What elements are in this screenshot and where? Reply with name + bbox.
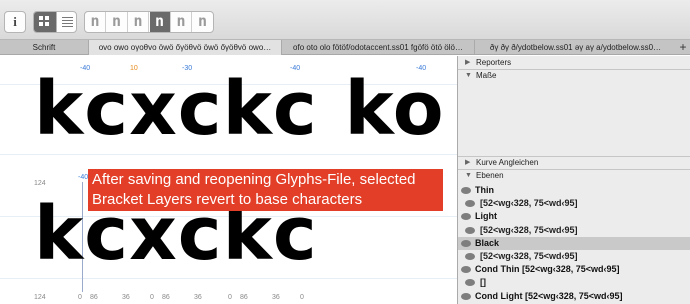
- section-masse[interactable]: ▼ Maße: [458, 70, 690, 82]
- layer-row[interactable]: [52<wg‹328, 75<wd‹95]: [458, 224, 690, 237]
- text-line-1[interactable]: kcxckc ko: [34, 66, 445, 152]
- glyph-tab-4[interactable]: n: [149, 12, 171, 32]
- tab-text-2[interactable]: ofo oto olo fötöf/odotaccent.ss01 fgöfö …: [281, 40, 474, 55]
- section-kurve[interactable]: ▶ Kurve Angleichen: [458, 157, 690, 169]
- bottom-coordinate: 0: [150, 294, 154, 301]
- section-label: Maße: [476, 71, 497, 80]
- layer-row[interactable]: Thin: [458, 184, 690, 197]
- layer-row[interactable]: [52<wg‹328, 75<wd‹95]: [458, 250, 690, 263]
- add-tab-button[interactable]: +: [676, 40, 690, 55]
- glyph-view-tabs: nnnnnn: [84, 11, 214, 33]
- bottom-coordinate: 0: [228, 294, 232, 301]
- eye-icon[interactable]: [461, 187, 471, 194]
- disclosure-right-icon[interactable]: ▶: [465, 157, 470, 169]
- glyph-tab-2[interactable]: n: [107, 12, 128, 32]
- layer-name: Black: [475, 237, 500, 248]
- layer-name: Cond Thin [52<wg‹328, 75<wd‹95]: [475, 264, 620, 275]
- info-button[interactable]: i: [4, 11, 26, 33]
- metric-line: [0, 278, 457, 279]
- section-label: Ebenen: [476, 171, 504, 180]
- eye-icon[interactable]: [465, 200, 475, 208]
- disclosure-down-icon[interactable]: ▼: [465, 170, 472, 182]
- bottom-coordinate: 86: [90, 294, 98, 301]
- glyph-tab-1[interactable]: n: [85, 12, 106, 32]
- disclosure-right-icon[interactable]: ▶: [465, 57, 470, 69]
- note-line-2: Bracket Layers revert to base characters: [92, 191, 363, 208]
- layer-name: Thin: [475, 185, 494, 195]
- glyph-tab-5[interactable]: n: [171, 12, 192, 32]
- layer-row[interactable]: [52<wg‹328, 75<wd‹95]: [458, 197, 690, 210]
- layer-row[interactable]: Light: [458, 210, 690, 223]
- palette-sidebar: ▶ Reporters ▼ Maße ▶ Kurve Angleichen ▼ …: [457, 56, 690, 304]
- kerning-value: -40: [78, 174, 89, 181]
- eye-icon[interactable]: [461, 266, 471, 274]
- view-mode-segmented: [33, 11, 77, 33]
- eye-icon[interactable]: [465, 253, 475, 260]
- sidebearing-left: 124: [34, 180, 46, 187]
- layer-row[interactable]: Cond Light [52<wg‹328, 75<wd‹95]: [458, 290, 690, 303]
- bottom-coordinate: 124: [34, 294, 46, 301]
- glyph-tab-6[interactable]: n: [193, 12, 213, 32]
- layer-row[interactable]: []: [458, 276, 690, 289]
- bottom-coordinate: 0: [300, 294, 304, 301]
- bottom-coordinate: 86: [162, 294, 170, 301]
- disclosure-down-icon[interactable]: ▼: [465, 70, 472, 82]
- layer-row[interactable]: Black: [458, 236, 690, 250]
- tab-text-3[interactable]: ðγ ðγ ð/ydotbelow.ss01 əγ aγ a/ydotbelow…: [474, 40, 676, 55]
- edit-canvas[interactable]: -40 10 -30 -40 -40 kcxckc ko 124 -40 kcx…: [0, 56, 457, 304]
- layer-name: [52<wg‹328, 75<wd‹95]: [480, 224, 578, 235]
- list-view-icon[interactable]: [56, 12, 76, 32]
- bottom-coordinate: 36: [194, 294, 202, 301]
- document-tab-bar: Schrift ovo owo oγoθvo öwö őγöθvö öwö őγ…: [0, 40, 690, 55]
- eye-icon[interactable]: [461, 213, 471, 221]
- section-label: Reporters: [476, 58, 512, 67]
- bottom-coordinate: 36: [272, 294, 280, 301]
- layer-name: [52<wg‹328, 75<wd‹95]: [480, 251, 578, 261]
- toolbar: i nnnnnn: [0, 0, 690, 40]
- bottom-coordinate: 86: [240, 294, 248, 301]
- tab-font[interactable]: Schrift: [0, 40, 88, 55]
- eye-icon[interactable]: [465, 226, 475, 234]
- tab-text-1[interactable]: ovo owo oγoθvo öwö őγöθvö öwö őγöθvö owo…: [88, 40, 281, 55]
- eye-icon[interactable]: [461, 239, 471, 247]
- layer-name: []: [480, 277, 486, 288]
- bottom-coordinate: 0: [78, 294, 82, 301]
- eye-icon[interactable]: [461, 292, 471, 300]
- glyph-tab-3[interactable]: n: [128, 12, 149, 32]
- layer-name: Light: [475, 211, 497, 222]
- layer-name: Cond Light [52<wg‹328, 75<wd‹95]: [475, 290, 623, 301]
- section-ebenen[interactable]: ▼ Ebenen: [458, 170, 690, 182]
- section-reporters[interactable]: ▶ Reporters: [458, 57, 690, 69]
- grid-view-icon[interactable]: [34, 12, 56, 32]
- section-label: Kurve Angleichen: [476, 158, 539, 167]
- layer-name: [52<wg‹328, 75<wd‹95]: [480, 198, 578, 209]
- eye-icon[interactable]: [465, 279, 475, 287]
- bottom-coordinate: 36: [122, 294, 130, 301]
- annotation-banner: After saving and reopening Glyphs-File, …: [88, 169, 443, 211]
- note-line-1: After saving and reopening Glyphs-File, …: [92, 171, 416, 188]
- layer-row[interactable]: Cond Thin [52<wg‹328, 75<wd‹95]: [458, 263, 690, 276]
- metric-line: [0, 154, 457, 155]
